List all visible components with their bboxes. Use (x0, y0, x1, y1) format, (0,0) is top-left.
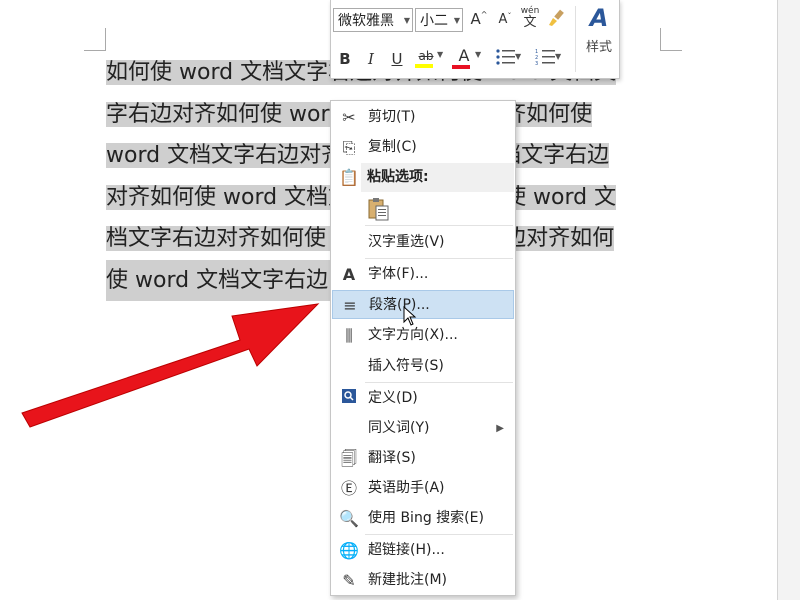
menu-item-text-direction[interactable]: ⫼ 文字方向(X)... (332, 321, 514, 350)
font-size-value: 小二 (420, 13, 448, 29)
mini-toolbar: 微软雅黑 ▼ 小二 ▼ A^ Aˇ wén 文 B I U ab ▼ A ▼ ▼… (330, 0, 620, 79)
paste-icon (368, 198, 389, 221)
menu-item-english-assistant[interactable]: Ⓔ 英语助手(A) (332, 474, 514, 503)
paragraph-icon: ≡ (343, 296, 357, 315)
menu-item-define[interactable]: 定义(D) (332, 384, 514, 413)
chevron-down-icon: ▼ (475, 50, 482, 59)
page-edge (777, 0, 778, 600)
hyperlink-icon: 🌐 (339, 541, 359, 560)
bullet-list-icon (496, 49, 515, 65)
define-icon (337, 384, 361, 413)
menu-separator (365, 258, 513, 259)
numbering-button[interactable]: 1 2 3 ▼ (529, 48, 563, 70)
bing-search-icon: 🔍 (339, 509, 359, 528)
english-assistant-icon: Ⓔ (340, 479, 357, 498)
font-size-combo[interactable]: 小二 ▼ (415, 8, 463, 32)
context-menu: ✂ 剪切(T) ⎘ 复制(C) 📋 粘贴选项: 汉字重选(V) A 字体(F).… (330, 100, 516, 596)
mouse-cursor-icon (403, 306, 417, 326)
menu-item-new-comment[interactable]: ✎ 新建批注(M) (332, 566, 514, 595)
font-name-combo[interactable]: 微软雅黑 ▼ (333, 8, 413, 32)
phonetic-guide-button[interactable]: wén 文 (519, 6, 541, 29)
crop-mark-left-h (84, 50, 106, 51)
clipboard-icon: 📋 (339, 168, 359, 187)
chevron-down-icon: ▼ (437, 50, 444, 59)
font-icon: A (342, 265, 356, 284)
crop-mark-right-v (660, 28, 661, 50)
menu-item-synonyms[interactable]: 同义词(Y) ▶ (332, 414, 514, 443)
copy-icon: ⎘ (342, 138, 356, 157)
menu-item-hyperlink[interactable]: 🌐 超链接(H)... (332, 536, 514, 565)
chevron-down-icon: ▼ (453, 16, 460, 25)
format-painter-button[interactable] (545, 8, 567, 32)
chevron-down-icon: ▼ (403, 16, 410, 25)
chevron-right-icon: ▶ (496, 423, 504, 434)
menu-item-paragraph[interactable]: ≡ 段落(P)... (332, 290, 514, 319)
menu-item-font[interactable]: A 字体(F)... (332, 260, 514, 289)
menu-separator (365, 225, 513, 226)
menu-separator (365, 382, 513, 383)
crop-mark-right-h (660, 50, 682, 51)
menu-item-insert-symbol[interactable]: 插入符号(S) (332, 352, 514, 381)
toolbar-separator (575, 6, 576, 72)
paste-options-icon-cell: 📋 (332, 163, 360, 192)
shrink-font-button[interactable]: Aˇ (495, 12, 515, 27)
paste-keep-text-button[interactable] (367, 196, 391, 221)
new-comment-icon: ✎ (342, 571, 356, 590)
menu-item-copy[interactable]: ⎘ 复制(C) (332, 133, 514, 162)
menu-separator (365, 534, 513, 535)
underline-button[interactable]: U (387, 50, 407, 68)
menu-item-reconversion[interactable]: 汉字重选(V) (332, 228, 514, 257)
translate-icon: 🗐 (341, 449, 357, 468)
bold-button[interactable]: B (335, 50, 355, 68)
highlight-button[interactable]: ab ▼ (411, 46, 444, 70)
bullets-button[interactable]: ▼ (489, 48, 523, 70)
page-margin-area (778, 0, 800, 600)
numbered-list-icon: 1 2 3 (535, 49, 555, 67)
text-direction-icon: ⫼ (345, 326, 353, 345)
chevron-down-icon: ▼ (555, 52, 562, 61)
styles-icon: A (589, 4, 609, 32)
styles-button[interactable]: A 样式 (579, 4, 619, 74)
menu-item-translate[interactable]: 🗐 翻译(S) (332, 444, 514, 473)
menu-item-bing-search[interactable]: 🔍 使用 Bing 搜索(E) (332, 504, 514, 533)
caret-up-icon: ^ (480, 10, 488, 19)
svg-text:3: 3 (535, 61, 538, 66)
grow-font-button[interactable]: A^ (469, 10, 489, 28)
font-color-swatch (452, 65, 470, 69)
caret-down-icon: ˇ (507, 12, 512, 21)
menu-heading-paste-options: 粘贴选项: (361, 163, 514, 192)
crop-mark-left-v (105, 28, 106, 50)
brush-icon (549, 9, 564, 26)
italic-button[interactable]: I (361, 50, 381, 68)
scissors-icon: ✂ (342, 108, 356, 127)
menu-item-cut[interactable]: ✂ 剪切(T) (332, 103, 514, 132)
font-color-button[interactable]: A ▼ (449, 46, 482, 70)
highlight-color-swatch (415, 64, 433, 68)
chevron-down-icon: ▼ (515, 52, 522, 61)
font-name-value: 微软雅黑 (338, 13, 394, 29)
